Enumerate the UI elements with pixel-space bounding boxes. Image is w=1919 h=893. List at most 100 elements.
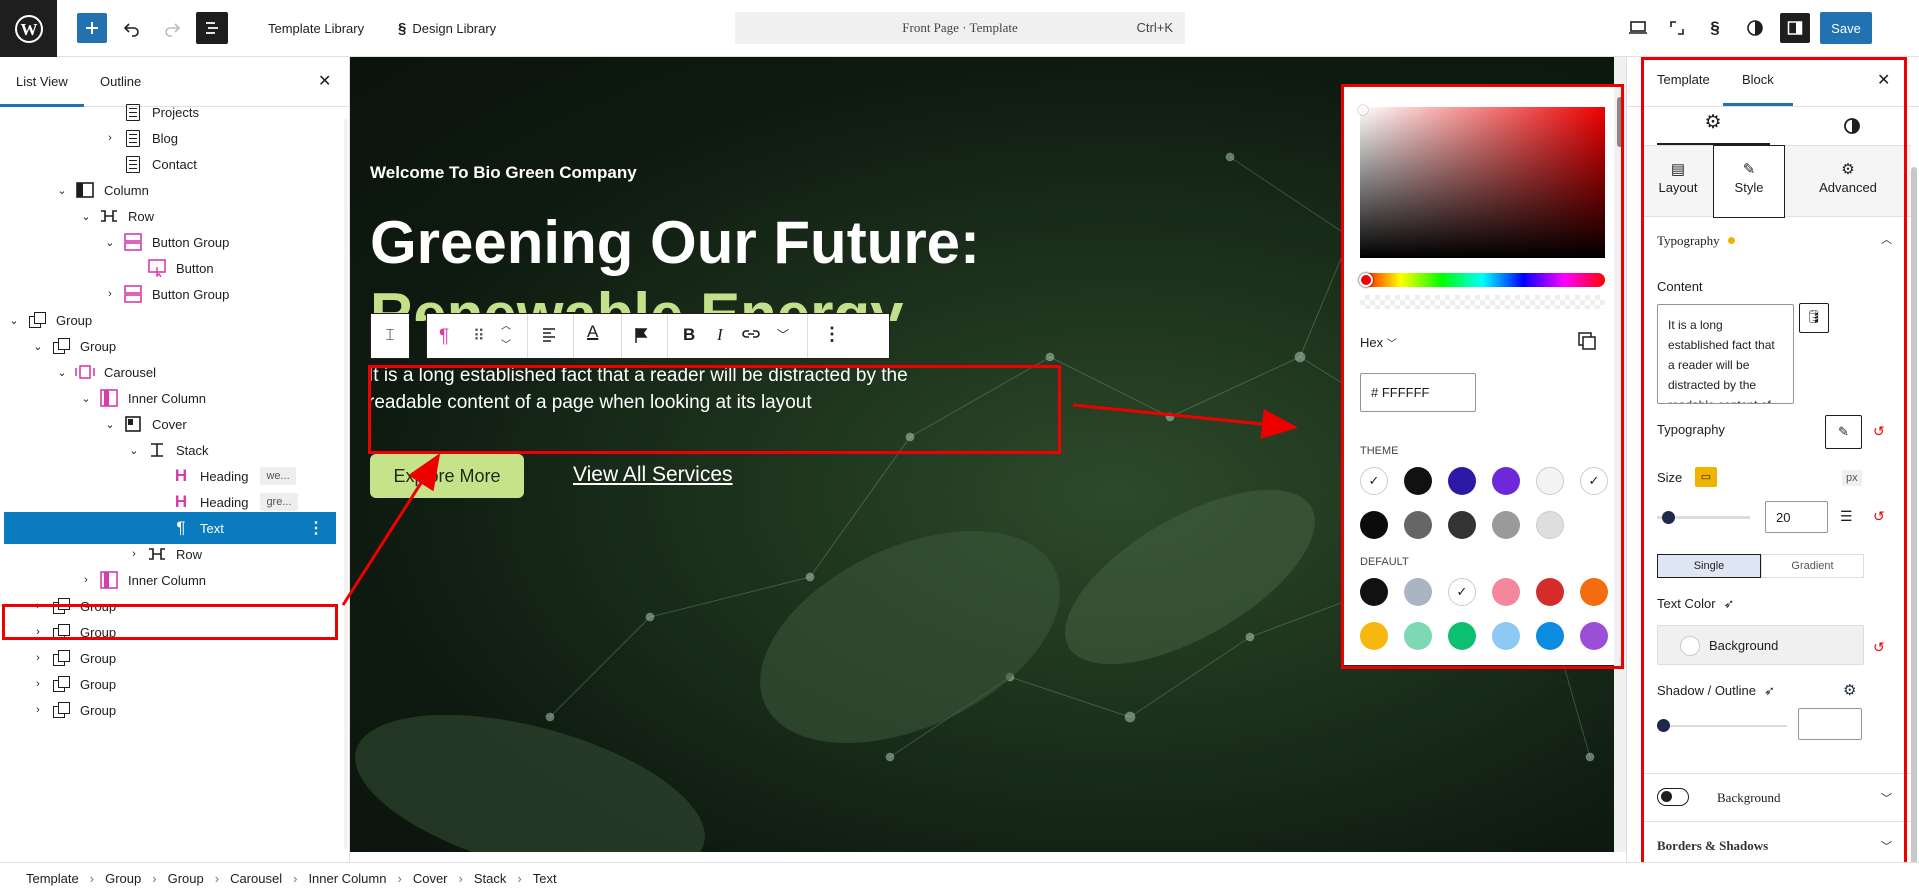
size-slider-handle[interactable] — [1662, 511, 1675, 524]
options-kebab-icon[interactable]: ⋮ — [823, 324, 841, 345]
list-view-item[interactable]: ⌄ Carousel — [0, 359, 340, 385]
inspector-scrollbar[interactable] — [1911, 167, 1917, 862]
theme-color-swatch[interactable] — [1448, 467, 1476, 495]
list-view-item[interactable]: ⌄ Button Group — [0, 229, 340, 255]
list-view-item[interactable]: › Group — [0, 619, 340, 645]
breadcrumb-item[interactable]: Carousel — [230, 871, 282, 886]
design-library-button[interactable]: § Design Library — [390, 12, 504, 44]
command-palette-button[interactable]: Front Page · Template Ctrl+K — [735, 12, 1185, 44]
theme-color-swatch[interactable] — [1448, 511, 1476, 539]
reset-icon[interactable]: ↺ — [1873, 639, 1885, 656]
breadcrumb-item[interactable]: Group — [105, 871, 141, 886]
list-view-item[interactable]: ¶ Text ⋮ — [4, 512, 336, 544]
chevron-down-icon[interactable]: ⌄ — [52, 184, 72, 197]
tab-block[interactable]: Block — [1742, 72, 1774, 87]
dynamic-content-database-icon[interactable]: 🛢 — [1799, 303, 1829, 333]
styles-contrast-icon[interactable] — [1740, 12, 1770, 44]
theme-color-swatch[interactable] — [1360, 511, 1388, 539]
reset-icon[interactable]: ↺ — [1873, 508, 1885, 525]
text-color-background-button[interactable]: Background — [1657, 625, 1864, 665]
chevron-down-icon[interactable]: ⌄ — [124, 444, 144, 457]
format-select[interactable]: Hex ﹀ — [1360, 335, 1397, 350]
list-view-item[interactable]: › Inner Column — [0, 567, 340, 593]
list-scrollbar[interactable] — [344, 119, 348, 849]
main-heading[interactable]: Greening Our Future: — [370, 207, 980, 279]
add-block-button[interactable] — [77, 13, 107, 43]
theme-color-swatch[interactable] — [1404, 511, 1432, 539]
theme-color-swatch[interactable]: ✓ — [1360, 467, 1388, 495]
default-color-swatch[interactable] — [1360, 622, 1388, 650]
list-view-item[interactable]: Button — [0, 255, 340, 281]
list-view-item[interactable]: › Row — [0, 541, 340, 567]
reset-icon[interactable]: ↺ — [1873, 423, 1885, 440]
breadcrumb-item[interactable]: Group — [168, 871, 204, 886]
canvas-scroll-thumb[interactable] — [1617, 97, 1623, 147]
chevron-down-icon[interactable]: ⌄ — [76, 210, 96, 223]
chevron-down-icon[interactable]: ﹀ — [1881, 838, 1892, 854]
shadow-input[interactable] — [1798, 708, 1862, 740]
alpha-slider[interactable] — [1360, 295, 1605, 309]
list-view-item[interactable]: ⌄ Group — [0, 307, 340, 333]
list-view-item[interactable]: › Blog — [0, 125, 340, 151]
list-view-item[interactable]: › Group — [0, 671, 340, 697]
chevron-down-icon[interactable]: ⌄ — [52, 366, 72, 379]
shadow-slider-handle[interactable] — [1657, 719, 1670, 732]
align-left-icon[interactable] — [541, 326, 557, 345]
tab-template[interactable]: Template — [1657, 72, 1710, 87]
chevron-up-icon[interactable]: ︿ — [1881, 231, 1892, 247]
list-view-item[interactable]: Contact — [0, 151, 340, 177]
theme-color-swatch[interactable]: ✓ — [1580, 467, 1608, 495]
hue-slider[interactable] — [1359, 273, 1605, 287]
drag-handle-icon[interactable]: ⠿ — [473, 326, 485, 346]
bold-icon[interactable]: B — [683, 325, 695, 345]
redo-icon[interactable] — [158, 12, 186, 44]
kadence-icon[interactable]: § — [1700, 12, 1730, 44]
chevron-down-icon[interactable]: ⌄ — [100, 418, 120, 431]
single-color-button[interactable]: Single — [1657, 554, 1761, 578]
default-color-swatch[interactable] — [1404, 578, 1432, 606]
chevron-right-icon[interactable]: › — [100, 132, 120, 144]
breadcrumb-item[interactable]: Cover — [413, 871, 448, 886]
typography-section-toggle[interactable]: Typography — [1657, 233, 1735, 249]
canvas-scrollbar[interactable] — [1614, 57, 1626, 852]
default-color-swatch[interactable] — [1536, 622, 1564, 650]
chevron-right-icon[interactable]: › — [28, 626, 48, 638]
desktop-preview-icon[interactable] — [1623, 12, 1653, 44]
close-icon[interactable]: ✕ — [318, 71, 331, 91]
breadcrumb-item[interactable]: Text — [533, 871, 557, 886]
chevron-right-icon[interactable]: › — [28, 600, 48, 612]
list-view-item[interactable]: › Group — [0, 645, 340, 671]
list-view-item[interactable]: ⌄ Stack — [0, 437, 340, 463]
view-all-services-link[interactable]: View All Services — [573, 463, 733, 487]
saturation-area[interactable] — [1358, 105, 1605, 258]
move-up-icon[interactable]: ︿ — [501, 317, 511, 332]
contrast-icon[interactable] — [1836, 111, 1868, 141]
settings-sidebar-toggle-icon[interactable] — [1780, 13, 1810, 43]
save-button[interactable]: Save — [1820, 12, 1872, 44]
content-textarea[interactable]: It is a long established fact that a rea… — [1657, 304, 1794, 404]
text-block[interactable]: It is a long established fact that a rea… — [368, 362, 924, 416]
shadow-slider[interactable] — [1657, 719, 1787, 732]
theme-color-swatch[interactable] — [1536, 511, 1564, 539]
hex-input[interactable]: # FFFFFF — [1360, 373, 1476, 412]
default-color-swatch[interactable] — [1360, 578, 1388, 606]
theme-color-swatch[interactable] — [1404, 467, 1432, 495]
link-icon[interactable] — [741, 326, 761, 345]
tab-list-view[interactable]: List View — [16, 74, 68, 89]
list-view-item[interactable]: ⌄ Row — [0, 203, 340, 229]
chevron-right-icon[interactable]: › — [28, 678, 48, 690]
tab-style[interactable]: ✎ Style — [1713, 145, 1785, 218]
sliders-icon[interactable]: ☰ — [1840, 508, 1853, 525]
more-formats-chevron-icon[interactable]: ﹀ — [777, 326, 789, 343]
default-color-swatch[interactable] — [1404, 622, 1432, 650]
chevron-right-icon[interactable]: › — [124, 548, 144, 560]
italic-icon[interactable]: I — [717, 325, 723, 345]
gear-icon[interactable]: ⚙ — [1697, 111, 1729, 141]
paragraph-icon[interactable]: ¶ — [439, 326, 449, 348]
template-library-button[interactable]: Template Library — [260, 12, 372, 44]
device-desktop-icon[interactable]: ▭ — [1695, 467, 1717, 487]
default-color-swatch[interactable] — [1448, 622, 1476, 650]
fullscreen-icon[interactable] — [1662, 12, 1692, 44]
saturation-handle[interactable] — [1358, 105, 1368, 115]
chevron-down-icon[interactable]: ⌄ — [76, 392, 96, 405]
